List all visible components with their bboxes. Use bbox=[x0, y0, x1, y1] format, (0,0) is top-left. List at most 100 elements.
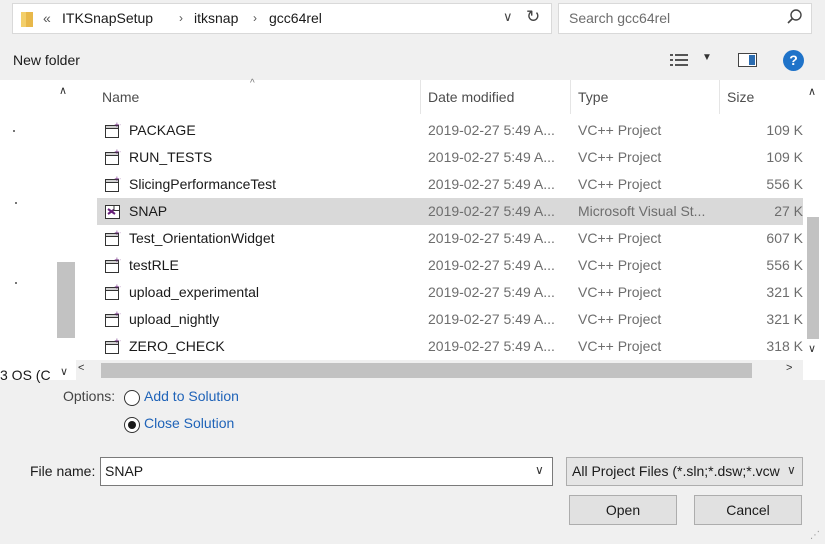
open-button[interactable]: Open bbox=[569, 495, 677, 525]
file-type-cell: VC++ Project bbox=[578, 176, 662, 192]
search-box[interactable]: Search gcc64rel bbox=[558, 3, 812, 34]
file-size-cell: 27 K bbox=[774, 203, 803, 219]
svg-text:++: ++ bbox=[114, 149, 121, 156]
view-dropdown-icon[interactable]: ▼ bbox=[702, 52, 712, 63]
column-header-size[interactable]: Size bbox=[727, 89, 754, 105]
file-name-cell: ZERO_CHECK bbox=[129, 338, 225, 354]
nav-marker bbox=[15, 282, 17, 284]
file-row[interactable]: ++ Test_OrientationWidget 2019-02-27 5:49 … bbox=[97, 225, 803, 252]
add-to-solution-label[interactable]: Add to Solution bbox=[144, 388, 239, 404]
view-details-icon[interactable] bbox=[670, 53, 688, 67]
cancel-button[interactable]: Cancel bbox=[694, 495, 802, 525]
file-name-value[interactable]: SNAP bbox=[105, 463, 143, 479]
address-dropdown-icon[interactable]: ∨ bbox=[503, 9, 513, 25]
column-header-type[interactable]: Type bbox=[578, 89, 608, 105]
file-date-cell: 2019-02-27 5:49 A... bbox=[428, 176, 555, 192]
file-row[interactable]: ++ ZERO_CHECK 2019-02-27 5:49 A... VC++ Pro… bbox=[97, 333, 803, 360]
file-name-cell: SNAP bbox=[129, 203, 168, 219]
back-chevron-icon[interactable]: « bbox=[43, 10, 51, 26]
vcxproj-icon: ++ bbox=[104, 175, 126, 193]
breadcrumb-gcc64rel[interactable]: gcc64rel bbox=[269, 10, 322, 26]
column-divider[interactable] bbox=[420, 80, 421, 114]
file-date-cell: 2019-02-27 5:49 A... bbox=[428, 122, 555, 138]
nav-item-os-drive[interactable]: 3 OS (C bbox=[0, 367, 56, 383]
vertical-scrollbar-thumb[interactable] bbox=[807, 217, 819, 339]
file-row[interactable]: ++ testRLE 2019-02-27 5:49 A... VC++ Projec… bbox=[97, 252, 803, 279]
file-date-cell: 2019-02-27 5:49 A... bbox=[428, 149, 555, 165]
vcxproj-icon: ++ bbox=[104, 148, 126, 166]
nav-scroll-up-icon[interactable]: ∧ bbox=[59, 84, 67, 97]
file-name-cell: SlicingPerformanceTest bbox=[129, 176, 277, 192]
nav-marker bbox=[13, 130, 15, 132]
file-size-cell: 318 K bbox=[766, 338, 803, 354]
file-date-cell: 2019-02-27 5:49 A... bbox=[428, 203, 555, 219]
file-size-cell: 109 K bbox=[766, 122, 803, 138]
column-header-date[interactable]: Date modified bbox=[428, 89, 514, 105]
file-name-cell: upload_nightly bbox=[129, 311, 220, 327]
file-type-value[interactable]: All Project Files (*.sln;*.dsw;*.vcw bbox=[572, 463, 784, 479]
file-type-cell: VC++ Project bbox=[578, 284, 662, 300]
breadcrumb-itksnap[interactable]: itksnap bbox=[194, 10, 238, 26]
options-label: Options: bbox=[63, 388, 116, 404]
help-button[interactable]: ? bbox=[783, 50, 804, 71]
file-row[interactable]: ++ RUN_TESTS 2019-02-27 5:49 A... VC++ Proj… bbox=[97, 144, 803, 171]
preview-pane-icon[interactable] bbox=[738, 53, 757, 67]
vcxproj-icon: ++ bbox=[104, 229, 126, 247]
file-row[interactable]: ++ upload_nightly 2019-02-27 5:49 A... VC++… bbox=[97, 306, 803, 333]
column-divider[interactable] bbox=[570, 80, 571, 114]
file-type-cell: VC++ Project bbox=[578, 338, 662, 354]
breadcrumb-itksnapsetup[interactable]: ITKSnapSetup bbox=[62, 10, 153, 26]
file-name-cell: Test_OrientationWidget bbox=[129, 230, 275, 246]
horizontal-scrollbar-thumb[interactable] bbox=[101, 363, 752, 378]
file-row[interactable]: ++ SlicingPerformanceTest 2019-02-27 5:49 … bbox=[97, 171, 803, 198]
breadcrumb-separator-icon[interactable]: › bbox=[253, 11, 257, 25]
file-date-cell: 2019-02-27 5:49 A... bbox=[428, 311, 555, 327]
file-type-dropdown-icon[interactable]: ∨ bbox=[787, 463, 796, 477]
svg-text:++: ++ bbox=[114, 284, 121, 291]
vcxproj-icon: ++ bbox=[104, 121, 126, 139]
file-name-dropdown-icon[interactable]: ∨ bbox=[535, 463, 544, 477]
sort-ascending-icon: ^ bbox=[250, 78, 255, 89]
breadcrumb-separator-icon[interactable]: › bbox=[179, 11, 183, 25]
file-size-cell: 321 K bbox=[766, 284, 803, 300]
nav-scroll-down-icon[interactable]: ∨ bbox=[60, 365, 68, 378]
refresh-icon[interactable]: ↻ bbox=[526, 7, 540, 27]
file-type-select[interactable]: All Project Files (*.sln;*.dsw;*.vcw ∨ bbox=[566, 457, 803, 486]
scroll-right-icon[interactable]: > bbox=[786, 362, 792, 374]
file-row[interactable]: SNAP 2019-02-27 5:49 A... Microsoft Visual… bbox=[97, 198, 803, 225]
file-type-cell: VC++ Project bbox=[578, 311, 662, 327]
file-type-cell: VC++ Project bbox=[578, 257, 662, 273]
svg-text:++: ++ bbox=[114, 311, 121, 318]
scroll-up-icon[interactable]: ∧ bbox=[808, 85, 816, 98]
file-list[interactable]: ^ Name Date modified Type Size ++ PACKAGE… bbox=[76, 78, 825, 380]
file-size-cell: 556 K bbox=[766, 257, 803, 273]
vs-solution-icon bbox=[104, 203, 121, 220]
file-row[interactable]: ++ PACKAGE 2019-02-27 5:49 A... VC++ Projec… bbox=[97, 117, 803, 144]
close-solution-radio[interactable] bbox=[124, 417, 140, 433]
new-folder-button[interactable]: New folder bbox=[13, 52, 80, 68]
column-divider[interactable] bbox=[719, 80, 720, 114]
scroll-left-icon[interactable]: < bbox=[78, 362, 84, 374]
close-solution-label[interactable]: Close Solution bbox=[144, 415, 234, 431]
address-bar[interactable]: « ITKSnapSetup › itksnap › gcc64rel ∨ ↻ bbox=[12, 3, 552, 34]
file-type-cell: Microsoft Visual St... bbox=[578, 203, 706, 219]
horizontal-scrollbar[interactable]: < > bbox=[76, 360, 803, 380]
resize-grip-icon[interactable]: ⋰ bbox=[810, 530, 820, 541]
svg-text:++: ++ bbox=[114, 257, 121, 264]
svg-text:++: ++ bbox=[114, 230, 121, 237]
file-type-cell: VC++ Project bbox=[578, 230, 662, 246]
file-size-cell: 321 K bbox=[766, 311, 803, 327]
vertical-scrollbar[interactable]: ∧ ∨ bbox=[803, 80, 825, 360]
add-to-solution-radio[interactable] bbox=[124, 390, 140, 406]
search-icon[interactable] bbox=[786, 8, 804, 26]
scroll-down-icon[interactable]: ∨ bbox=[808, 342, 816, 355]
file-date-cell: 2019-02-27 5:49 A... bbox=[428, 338, 555, 354]
svg-text:++: ++ bbox=[114, 338, 121, 345]
nav-scrollbar-thumb[interactable] bbox=[57, 262, 75, 338]
file-size-cell: 109 K bbox=[766, 149, 803, 165]
file-name-field[interactable]: SNAP ∨ bbox=[100, 457, 553, 486]
nav-marker bbox=[15, 202, 17, 204]
search-input[interactable]: Search gcc64rel bbox=[569, 10, 670, 26]
file-row[interactable]: ++ upload_experimental 2019-02-27 5:49 A..… bbox=[97, 279, 803, 306]
column-header-name[interactable]: Name bbox=[102, 89, 139, 105]
